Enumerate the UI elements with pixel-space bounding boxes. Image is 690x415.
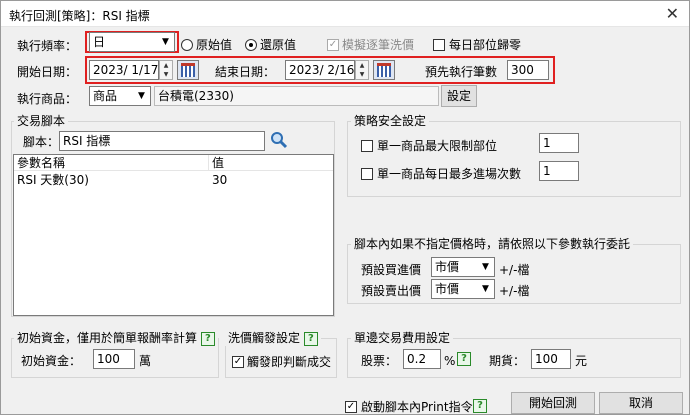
sell-price-value: 市價 [435, 282, 460, 296]
help-icon[interactable]: ? [473, 399, 487, 413]
max-pos-checkbox[interactable] [361, 140, 373, 152]
radio-raw[interactable] [181, 39, 193, 51]
end-date-input[interactable]: 2023/ 2/16 [285, 60, 355, 80]
script-label: 腳本： [23, 135, 60, 149]
print-checkbox[interactable]: ✓ [345, 401, 357, 413]
freq-value: 日 [93, 35, 106, 49]
chevron-down-icon: ▼ [134, 88, 149, 104]
arrow-down-icon[interactable]: ▼ [160, 70, 172, 79]
future-fee-unit: 元 [575, 354, 588, 368]
param-name-cell: RSI 天數(30) [17, 173, 89, 187]
max-entries-checkbox[interactable] [361, 168, 373, 180]
title-bar: 執行回測[策略]：RSI 指標 ✕ [1, 1, 689, 27]
calendar-icon[interactable] [177, 60, 199, 80]
buy-price-select[interactable]: 市價 ▼ [431, 257, 495, 277]
capital-group-title: 初始資金，僅用於簡單報酬率計算 ? [14, 331, 218, 346]
help-icon[interactable]: ? [303, 331, 318, 346]
product-label: 執行商品： [17, 92, 78, 106]
calendar-icon[interactable] [373, 60, 395, 80]
close-icon[interactable]: ✕ [666, 4, 679, 23]
backtest-dialog: 執行回測[策略]：RSI 指標 ✕ 執行頻率： 日 ▼ 原始值 還原值 ✓ 模擬… [0, 0, 690, 415]
max-entries-input[interactable]: 1 [539, 161, 579, 181]
capital-label: 初始資金： [21, 354, 82, 368]
chevron-down-icon: ▼ [158, 34, 173, 50]
trigger-label: 觸發即判斷成交 [247, 355, 332, 369]
radio-adjusted[interactable] [245, 39, 257, 51]
start-label: 開始日期： [17, 65, 78, 79]
fee-group-title: 單邊交易費用設定 [351, 331, 454, 345]
param-value-cell: 30 [212, 173, 228, 187]
product-name-field: 台積電(2330) [154, 86, 439, 106]
radio-raw-label: 原始值 [196, 38, 233, 52]
help-icon[interactable]: ? [200, 331, 215, 346]
stock-fee-label: 股票： [361, 354, 398, 368]
max-pos-label: 單一商品最大限制部位 [377, 139, 498, 153]
arrow-up-icon[interactable]: ▲ [356, 61, 368, 70]
param-table[interactable]: 參數名稱 值 RSI 天數(30) 30 [13, 154, 334, 316]
prefetch-input[interactable]: 300 [507, 60, 549, 80]
cancel-button[interactable]: 取消 [599, 392, 683, 414]
script-input[interactable]: RSI 指標 [59, 131, 265, 151]
buy-price-value: 市價 [435, 260, 460, 274]
help-icon[interactable]: ? [457, 352, 471, 366]
start-date-spinner[interactable]: ▲ ▼ [159, 60, 173, 80]
capital-group-text: 初始資金，僅用於簡單報酬率計算 [17, 331, 198, 345]
product-type-select[interactable]: 商品 ▼ [89, 86, 151, 106]
stock-fee-input[interactable]: 0.2 [403, 349, 441, 369]
arrow-down-icon[interactable]: ▼ [356, 70, 368, 79]
buy-tick-label: +/-檔 [499, 263, 530, 277]
capital-unit: 萬 [139, 354, 152, 368]
col-param-name: 參數名稱 [17, 156, 66, 170]
table-row[interactable]: RSI 天數(30) 30 [14, 172, 333, 188]
safety-group-title: 策略安全設定 [351, 114, 430, 128]
future-fee-label: 期貨： [489, 354, 526, 368]
col-divider [208, 155, 209, 171]
chevron-down-icon: ▼ [478, 259, 493, 275]
trigger-group-title: 洗價觸發設定 ? [225, 331, 321, 346]
script-group-title: 交易腳本 [14, 114, 69, 128]
sell-tick-label: +/-檔 [499, 284, 530, 298]
order-group-title: 腳本內如果不指定價格時，請依照以下參數執行委託 [351, 237, 634, 251]
search-icon[interactable] [270, 131, 288, 149]
daily-reset-label: 每日部位歸零 [449, 38, 522, 52]
trigger-checkbox[interactable]: ✓ [232, 356, 244, 368]
chevron-down-icon: ▼ [478, 281, 493, 297]
sell-price-select[interactable]: 市價 ▼ [431, 279, 495, 299]
product-set-button[interactable]: 設定 [441, 85, 477, 107]
start-date-input[interactable]: 2023/ 1/17 [89, 60, 159, 80]
max-pos-input[interactable]: 1 [539, 133, 579, 153]
sell-price-label: 預設賣出價 [361, 284, 422, 298]
end-label: 結束日期： [215, 65, 276, 79]
end-date-spinner[interactable]: ▲ ▼ [355, 60, 369, 80]
freq-label: 執行頻率： [17, 39, 78, 53]
buy-price-label: 預設買進價 [361, 263, 422, 277]
freq-select[interactable]: 日 ▼ [89, 32, 175, 52]
window-title: 執行回測[策略]：RSI 指標 [9, 9, 150, 23]
max-entries-label: 單一商品每日最多進場次數 [377, 167, 522, 181]
col-value: 值 [212, 156, 225, 170]
product-type-value: 商品 [93, 89, 118, 103]
trigger-group-text: 洗價觸發設定 [228, 331, 301, 345]
print-label: 啟動腳本內Print指令 [361, 400, 473, 414]
start-backtest-button[interactable]: 開始回測 [511, 392, 595, 414]
simulate-label: 模擬逐筆洗價 [342, 38, 415, 52]
simulate-checkbox[interactable]: ✓ [327, 39, 339, 51]
radio-adjusted-label: 還原值 [260, 38, 297, 52]
safety-group [347, 121, 681, 197]
arrow-up-icon[interactable]: ▲ [160, 61, 172, 70]
daily-reset-checkbox[interactable] [433, 39, 445, 51]
stock-fee-pct: % [444, 354, 456, 368]
capital-input[interactable]: 100 [93, 349, 135, 369]
future-fee-input[interactable]: 100 [531, 349, 571, 369]
prefetch-label: 預先執行筆數 [425, 65, 498, 79]
